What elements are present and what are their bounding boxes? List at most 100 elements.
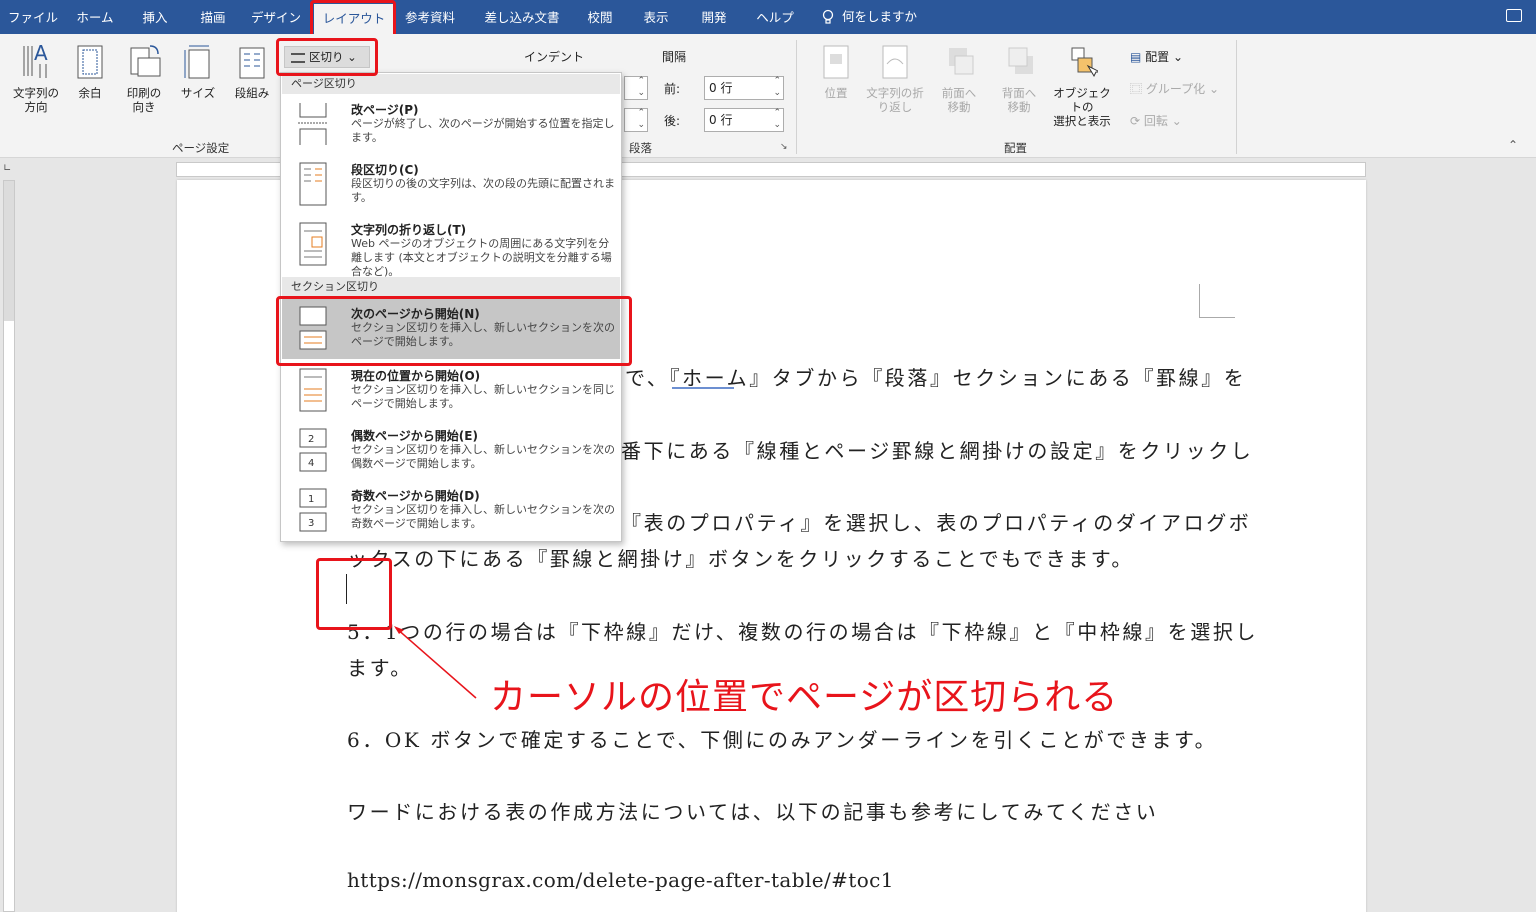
columns-icon [236,42,268,82]
indent-label: インデント [524,50,585,64]
spacing-before-input[interactable]: 0 行 [704,75,784,100]
spacing-label: 間隔 [662,50,687,64]
indent-right-spinner[interactable] [624,107,648,132]
menu-item-title: 奇数ページから開始(D) [351,489,480,503]
page-break-icon [298,103,328,145]
tab-file[interactable]: ファイル [8,0,58,34]
menu-item-page-break[interactable]: 改ページ(P) ページが終了し、次のページが開始する位置を指定します。 [282,95,620,155]
column-break-icon [299,162,327,206]
bring-forward-label: 前面へ 移動 [941,86,977,114]
columns-button[interactable]: 段組み [228,42,276,100]
size-button[interactable]: サイズ [176,42,220,100]
tab-insert[interactable]: 挿入 [132,0,178,34]
tab-help[interactable]: ヘルプ [752,0,798,34]
word-window: ファイル ホーム 挿入 描画 デザイン レイアウト 参考資料 差し込み文書 校閲… [0,0,1536,912]
tab-draw[interactable]: 描画 [190,0,236,34]
page-setup-group-label: ページ設定 [172,141,230,155]
svg-text:4: 4 [308,458,314,469]
tab-review[interactable]: 校閲 [580,0,620,34]
menu-item-title: 偶数ページから開始(E) [351,429,478,443]
menu-item-text-wrapping[interactable]: 文字列の折り返し(T) Web ページのオブジェクトの周囲にある文字列を分離しま… [282,215,620,278]
text-direction-icon: A [20,41,52,82]
orientation-label: 印刷の 向き [126,86,162,114]
orientation-icon [128,42,161,82]
group-icon: ⿴ [1130,82,1143,96]
tab-design[interactable]: デザイン [248,0,304,34]
menu-item-continuous[interactable]: 現在の位置から開始(O) セクション区切りを挿入し、新しいセクションを同じページ… [282,361,620,421]
highlight-breaks-button [276,38,378,76]
tell-me-search[interactable]: 何をしますか [822,0,917,34]
wrap-text-button[interactable]: 文字列の折 り返し [862,42,928,114]
tab-references[interactable]: 参考資料 [400,0,460,34]
size-icon [182,42,214,82]
svg-text:A: A [34,42,48,65]
ribbon: A 文字列の 方向 余白 印刷の 向き サイズ 段組み 区切り ⌄ ページ設定 … [0,34,1536,158]
vertical-ruler [0,180,18,912]
margin-corner-mark [1199,284,1235,318]
paragraph-launcher-icon[interactable]: ↘ [780,142,788,152]
tell-me-label: 何をしますか [842,9,918,24]
ribbon-tab-bar: ファイル ホーム 挿入 描画 デザイン レイアウト 参考資料 差し込み文書 校閲… [0,0,1536,34]
position-button[interactable]: 位置 [816,42,856,100]
position-label: 位置 [824,86,848,100]
group-label: グループ化 [1145,82,1206,96]
text-direction-label: 文字列の 方向 [13,86,59,114]
menu-item-desc: ページが終了し、次のページが開始する位置を指定します。 [351,117,615,144]
margins-button[interactable]: 余白 [68,42,112,100]
doc-line: 『表のプロパティ』を選択し、表のプロパティのダイアログボ [621,511,1252,535]
indent-left-spinner[interactable] [624,75,648,100]
menu-item-desc: セクション区切りを挿入し、新しいセクションを次の奇数ページで開始します。 [351,503,615,530]
svg-text:1: 1 [308,494,314,505]
comment-icon[interactable] [1506,9,1522,22]
bring-forward-icon [943,42,975,82]
continuous-icon [299,368,327,412]
text-direction-button[interactable]: A 文字列の 方向 [8,41,64,114]
align-label: 配置 [1145,50,1170,64]
lightbulb-icon [822,9,834,24]
rotate-icon: ⟳ [1130,114,1141,128]
columns-label: 段組み [234,86,270,100]
menu-item-desc: セクション区切りを挿入し、新しいセクションを次の偶数ページで開始します。 [351,443,615,470]
orientation-button[interactable]: 印刷の 向き [116,42,172,114]
spacing-after-input[interactable]: 0 行 [704,107,784,132]
spelling-underline [672,387,734,389]
tab-developer[interactable]: 開発 [694,0,734,34]
even-page-icon: 24 [299,428,327,472]
selection-pane-label: オブジェクトの 選択と表示 [1053,86,1111,128]
tab-view[interactable]: 表示 [636,0,676,34]
menu-item-even-page[interactable]: 24 偶数ページから開始(E) セクション区切りを挿入し、新しいセクションを次の… [282,421,620,481]
wrap-text-label: 文字列の折 り返し [866,86,924,114]
doc-link[interactable]: https://monsgrax.com/delete-page-after-t… [347,868,894,892]
position-icon [820,42,852,82]
selection-pane-button[interactable]: オブジェクトの 選択と表示 [1048,42,1116,128]
section-breaks-header: セクション区切り [282,277,620,297]
horizontal-ruler: ∟ [0,159,1536,180]
highlight-next-page [276,296,632,366]
menu-item-desc: Web ページのオブジェクトの周囲にある文字列を分離します (本文とオブジェクト… [351,237,612,278]
margins-icon [74,42,106,82]
menu-item-title: 現在の位置から開始(O) [351,369,481,383]
send-backward-button[interactable]: 背面へ 移動 [994,42,1044,114]
collapse-ribbon-icon[interactable]: ⌃ [1508,138,1518,152]
odd-page-icon: 13 [299,488,327,532]
menu-item-odd-page[interactable]: 13 奇数ページから開始(D) セクション区切りを挿入し、新しいセクションを次の… [282,481,620,541]
group-button[interactable]: ⿴ グループ化 ⌄ [1130,80,1219,97]
annotation-text: カーソルの位置でページが区切られる [490,677,1119,718]
tab-selector-icon[interactable]: ∟ [3,163,11,174]
doc-line: 6．OK ボタンで確定することで、下側にのみアンダーラインを引くことができます。 [347,728,1218,752]
svg-text:2: 2 [308,434,314,445]
page-breaks-header: ページ区切り [282,74,620,94]
tab-mailings[interactable]: 差し込み文書 [480,0,564,34]
doc-line: ワードにおける表の作成方法については、以下の記事も参考にしてみてください [347,800,1159,824]
selection-pane-icon [1066,42,1101,82]
tab-home[interactable]: ホーム [66,0,124,34]
vertical-ruler-track[interactable] [3,180,15,912]
text-wrapping-icon [299,222,327,266]
group-separator [1236,40,1237,154]
align-button[interactable]: ▤ 配置 ⌄ [1130,48,1183,65]
rotate-button[interactable]: ⟳ 回転 ⌄ [1130,112,1182,129]
menu-item-column-break[interactable]: 段区切り(C) 段区切りの後の文字列は、次の段の先頭に配置されます。 [282,155,620,215]
rotate-label: 回転 [1143,114,1168,128]
bring-forward-button[interactable]: 前面へ 移動 [934,42,984,114]
wrap-text-icon [879,42,911,82]
